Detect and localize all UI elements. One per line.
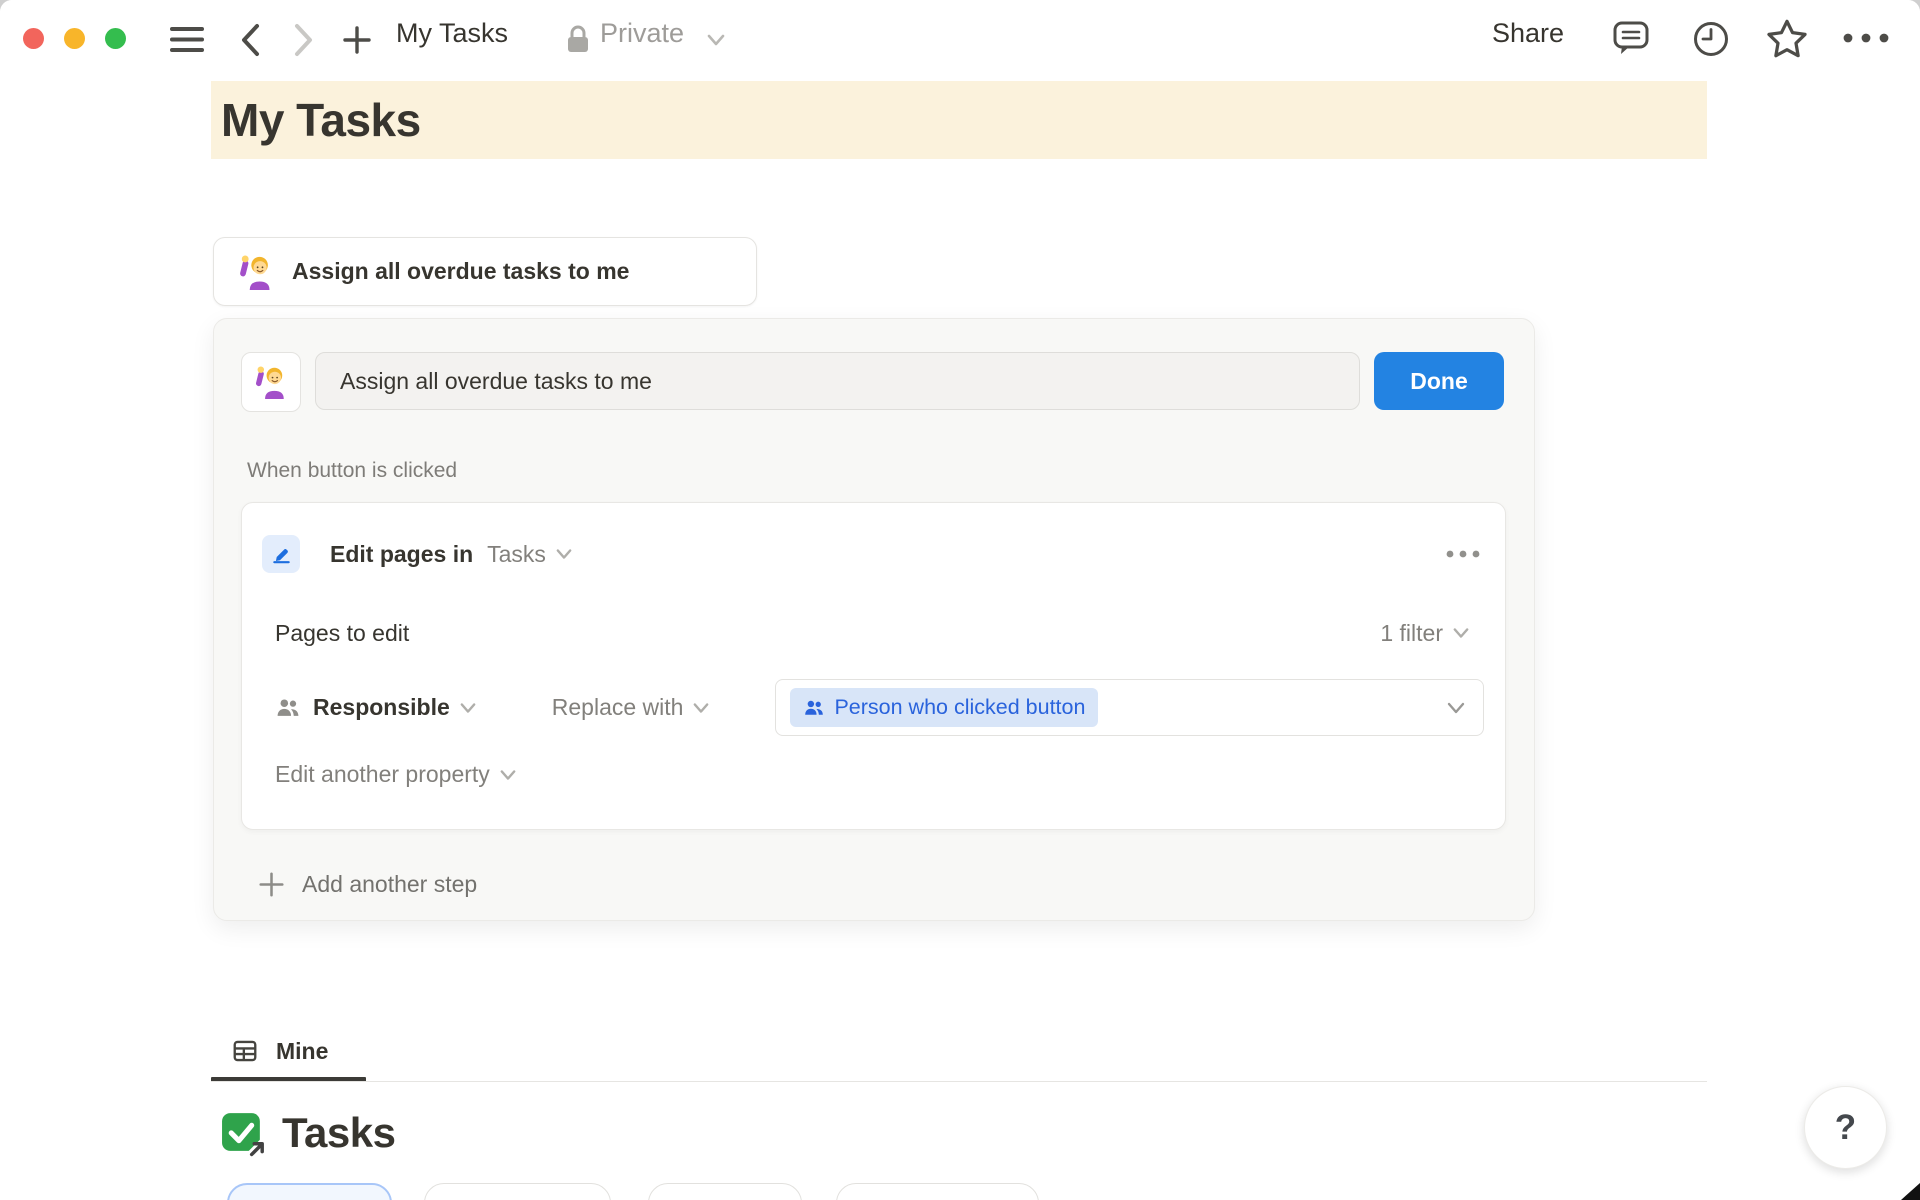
automation-step-card: Edit pages in Tasks Pages to edit 1 filt…	[241, 502, 1506, 830]
notion-window: My Tasks Private Share My Tasks	[0, 0, 1920, 1200]
zoom-window-button[interactable]	[105, 28, 126, 49]
breadcrumb-page-title[interactable]: My Tasks	[396, 13, 508, 53]
check-mark-emoji	[220, 1110, 267, 1157]
target-database-dropdown[interactable]: Tasks	[487, 541, 574, 568]
edit-another-property-dropdown[interactable]: Edit another property	[275, 761, 518, 788]
comments-icon[interactable]	[1610, 17, 1652, 59]
people-icon	[275, 695, 301, 721]
button-emoji-picker[interactable]	[241, 352, 301, 412]
pages-to-edit-label: Pages to edit	[275, 620, 409, 647]
person-raising-hand-emoji	[238, 254, 274, 290]
operator-dropdown[interactable]: Replace with	[552, 694, 712, 721]
person-raising-hand-emoji	[254, 365, 288, 399]
tab-mine[interactable]: Mine	[231, 1028, 328, 1074]
chevron-down-icon	[554, 546, 574, 562]
more-options-icon[interactable]	[1841, 32, 1891, 44]
filter-chip[interactable]	[836, 1183, 1039, 1200]
chevron-down-icon	[458, 700, 478, 716]
filter-chip-active[interactable]	[227, 1183, 392, 1200]
chevron-down-icon	[691, 700, 711, 716]
share-button[interactable]: Share	[1492, 13, 1564, 53]
database-title-label: Tasks	[282, 1109, 395, 1157]
favorite-star-icon[interactable]	[1764, 16, 1810, 62]
value-chip-label: Person who clicked button	[834, 695, 1085, 720]
edit-pages-icon	[262, 535, 300, 573]
filter-dropdown[interactable]: 1 filter	[1380, 620, 1471, 647]
mouse-cursor	[1901, 1183, 1920, 1200]
button-editor-panel: Done When button is clicked Edit pages i…	[213, 318, 1535, 921]
action-row: Edit pages in Tasks	[262, 534, 1481, 574]
action-label: Edit pages in	[330, 541, 473, 568]
filter-chip[interactable]	[424, 1183, 611, 1200]
chevron-down-icon	[498, 767, 518, 783]
lock-icon	[564, 24, 592, 56]
back-icon[interactable]	[237, 22, 263, 58]
history-clock-icon[interactable]	[1690, 18, 1732, 60]
linked-database-title[interactable]: Tasks	[220, 1109, 395, 1157]
value-select[interactable]: Person who clicked button	[775, 679, 1484, 736]
page-title[interactable]: My Tasks	[211, 81, 1707, 159]
traffic-lights	[23, 28, 126, 49]
property-dropdown[interactable]: Responsible	[313, 694, 450, 721]
help-button[interactable]: ?	[1804, 1086, 1887, 1169]
minimize-window-button[interactable]	[64, 28, 85, 49]
tab-mine-label: Mine	[276, 1038, 328, 1065]
chevron-down-icon	[1445, 699, 1467, 717]
filter-chip[interactable]	[648, 1183, 802, 1200]
automation-button[interactable]: Assign all overdue tasks to me	[213, 237, 757, 306]
tab-divider	[211, 1081, 1707, 1082]
plus-icon	[258, 871, 285, 898]
forward-icon[interactable]	[291, 22, 317, 58]
value-chip: Person who clicked button	[790, 688, 1098, 727]
button-name-input[interactable]	[315, 352, 1360, 410]
done-button[interactable]: Done	[1374, 352, 1504, 410]
chevron-down-icon	[1451, 625, 1471, 641]
step-more-options-icon[interactable]	[1445, 549, 1481, 559]
trigger-label: When button is clicked	[247, 459, 457, 483]
property-edit-row: Responsible Replace with Person who clic…	[275, 679, 1484, 736]
add-another-step-label: Add another step	[302, 871, 477, 898]
new-page-icon[interactable]	[342, 25, 372, 55]
page-title-highlight: My Tasks	[211, 81, 1707, 159]
pages-to-edit-row: Pages to edit 1 filter	[275, 613, 1471, 653]
privacy-dropdown[interactable]: Private	[600, 13, 684, 53]
window-toolbar: My Tasks Private Share	[0, 0, 1920, 66]
automation-button-label: Assign all overdue tasks to me	[292, 258, 629, 285]
people-icon	[803, 697, 825, 719]
table-view-icon	[231, 1037, 259, 1065]
chevron-down-icon	[705, 31, 727, 49]
sidebar-toggle-icon[interactable]	[170, 26, 204, 53]
close-window-button[interactable]	[23, 28, 44, 49]
add-another-step-button[interactable]: Add another step	[258, 859, 477, 909]
